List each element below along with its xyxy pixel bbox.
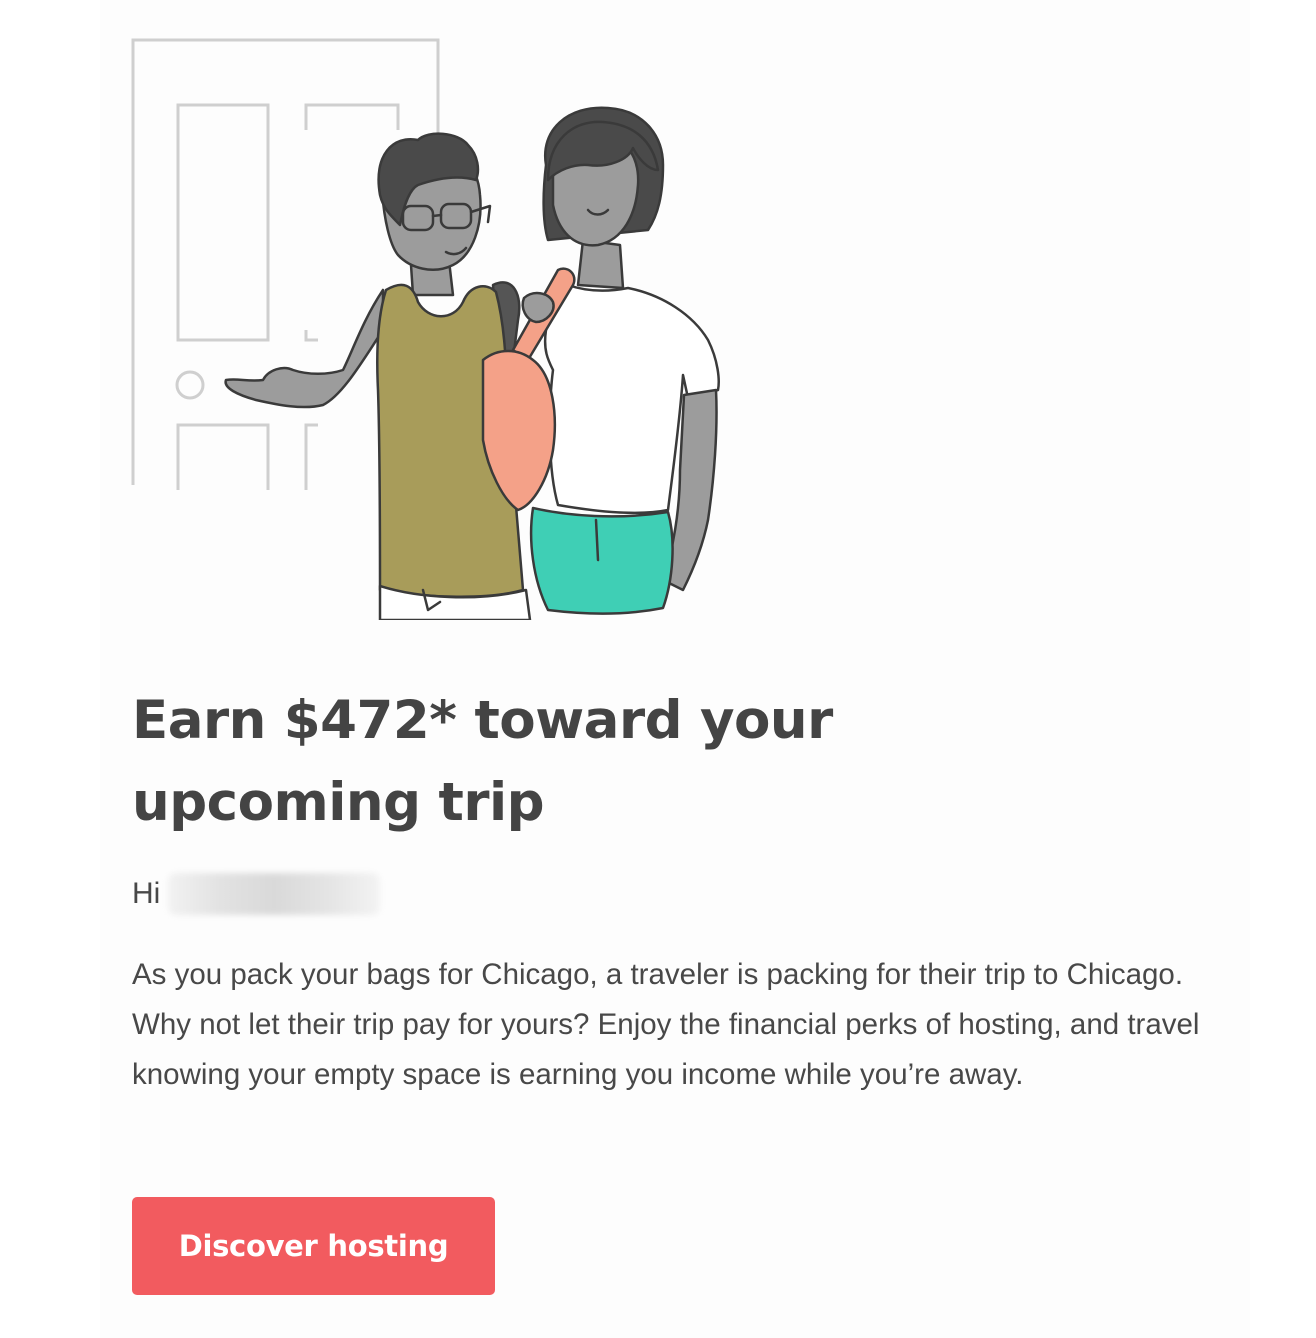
greeting-text: Hi <box>132 877 161 910</box>
email-page: Earn $472* toward your upcoming trip Hi A… <box>0 0 1316 1338</box>
redacted-recipient-name <box>168 873 381 915</box>
hosts-greeting-at-door-illustration <box>131 38 720 620</box>
body-paragraph: As you pack your bags for Chicago, a tra… <box>132 958 1200 1091</box>
discover-hosting-button[interactable]: Discover hosting <box>132 1197 495 1295</box>
headline-line-2: upcoming trip <box>132 772 545 833</box>
greeting: Hi <box>132 872 381 916</box>
headline-line-1: Earn $472* toward your <box>132 690 833 751</box>
headline: Earn $472* toward your upcoming trip <box>132 680 1032 844</box>
